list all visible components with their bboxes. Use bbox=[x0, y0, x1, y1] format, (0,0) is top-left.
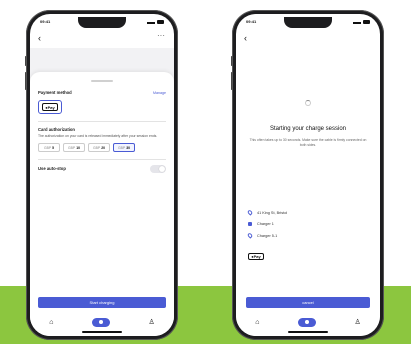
loading-spinner-icon bbox=[305, 100, 311, 106]
signal-icon bbox=[353, 20, 361, 24]
side-button bbox=[24, 72, 26, 90]
signal-icon bbox=[147, 20, 155, 24]
manage-link[interactable]: Manage bbox=[153, 91, 166, 95]
status-bar: 09:41 bbox=[40, 19, 164, 24]
divider bbox=[38, 159, 166, 160]
chevron-left-icon[interactable]: ‹ bbox=[244, 34, 247, 43]
amount-option-20[interactable]: GBP 20 bbox=[88, 143, 110, 153]
start-charging-button[interactable]: Start charging bbox=[38, 297, 166, 308]
apple-pay-badge: ● Pay bbox=[248, 253, 264, 260]
status-time: 09:41 bbox=[40, 19, 51, 24]
currency: GBP bbox=[118, 145, 126, 150]
home-indicator bbox=[288, 331, 328, 333]
amount-value: 20 bbox=[101, 145, 105, 150]
currency: GBP bbox=[43, 145, 52, 150]
phone-left: 09:41 ‹ ··· Payment method Manage ● Pay C… bbox=[24, 10, 178, 340]
session-subline: This often takes up to 30 seconds. Make … bbox=[249, 138, 367, 147]
card-auth-description: The authorization on your card is releas… bbox=[38, 133, 158, 138]
connector-pin-icon bbox=[246, 232, 254, 239]
session-headline: Starting your charge session bbox=[269, 126, 347, 132]
status-icons bbox=[147, 19, 164, 24]
charge-tab[interactable] bbox=[91, 317, 110, 327]
charger-text: Charger 1 bbox=[257, 222, 274, 226]
side-button bbox=[230, 72, 232, 90]
person-icon[interactable]: ♙ bbox=[148, 319, 154, 326]
status-icons bbox=[353, 19, 370, 24]
apple-pay-text: Pay bbox=[253, 254, 261, 259]
side-button bbox=[24, 56, 26, 66]
status-time: 09:41 bbox=[246, 19, 257, 24]
sheet-handle[interactable] bbox=[91, 80, 113, 82]
person-icon[interactable]: ♙ bbox=[354, 319, 360, 326]
starting-session-screen: 09:41 ‹ Starting your charge session Thi… bbox=[236, 14, 380, 336]
phone-right: 09:41 ‹ Starting your charge session Thi… bbox=[230, 10, 384, 340]
cancel-button[interactable]: cancel bbox=[246, 297, 370, 308]
home-icon[interactable]: ⌂ bbox=[49, 319, 53, 326]
connector-row: Charger 5-1 bbox=[246, 232, 368, 239]
auto-stop-toggle[interactable] bbox=[150, 164, 166, 173]
address-text: 41 King St, Bristol bbox=[257, 210, 288, 215]
divider bbox=[38, 121, 166, 122]
more-dots-icon[interactable]: ··· bbox=[157, 32, 165, 40]
charge-icon bbox=[304, 320, 309, 324]
address-row: 41 King St, Bristol bbox=[246, 209, 368, 216]
card-auth-label: Card authorization bbox=[38, 126, 75, 132]
payment-method-label: Payment method bbox=[38, 90, 72, 95]
amount-value: 30 bbox=[126, 145, 130, 150]
charger-row: Charger 1 bbox=[248, 222, 368, 226]
home-icon[interactable]: ⌂ bbox=[255, 319, 259, 326]
side-button bbox=[230, 56, 232, 66]
amount-value: 10 bbox=[76, 145, 80, 150]
payment-screen: 09:41 ‹ ··· Payment method Manage ● Pay C… bbox=[30, 14, 174, 336]
battery-icon bbox=[157, 19, 164, 24]
apple-pay-badge: ● Pay bbox=[42, 103, 58, 111]
charge-icon bbox=[98, 320, 103, 324]
location-pin-icon bbox=[246, 209, 254, 216]
battery-icon bbox=[363, 19, 370, 24]
amount-option-5[interactable]: GBP 5 bbox=[38, 143, 60, 153]
charge-tab[interactable] bbox=[297, 317, 316, 327]
status-bar: 09:41 bbox=[246, 19, 370, 24]
amount-options: GBP 5 GBP 10 GBP 20 GBP 30 bbox=[38, 143, 166, 153]
charger-icon bbox=[248, 222, 252, 226]
chevron-left-icon[interactable]: ‹ bbox=[38, 34, 41, 43]
home-indicator bbox=[82, 331, 122, 333]
connector-text: Charger 5-1 bbox=[257, 233, 278, 238]
amount-option-30[interactable]: GBP 30 bbox=[113, 143, 135, 153]
currency: GBP bbox=[68, 145, 76, 150]
currency: GBP bbox=[93, 145, 101, 150]
auto-stop-label: Use auto-stop bbox=[38, 166, 66, 172]
session-info: 41 King St, Bristol Charger 1 Charger 5-… bbox=[246, 209, 368, 263]
amount-option-10[interactable]: GBP 10 bbox=[63, 143, 85, 153]
apple-pay-text: Pay bbox=[47, 104, 55, 110]
apple-pay-option[interactable]: ● Pay bbox=[38, 100, 62, 114]
amount-value: 5 bbox=[52, 145, 55, 150]
